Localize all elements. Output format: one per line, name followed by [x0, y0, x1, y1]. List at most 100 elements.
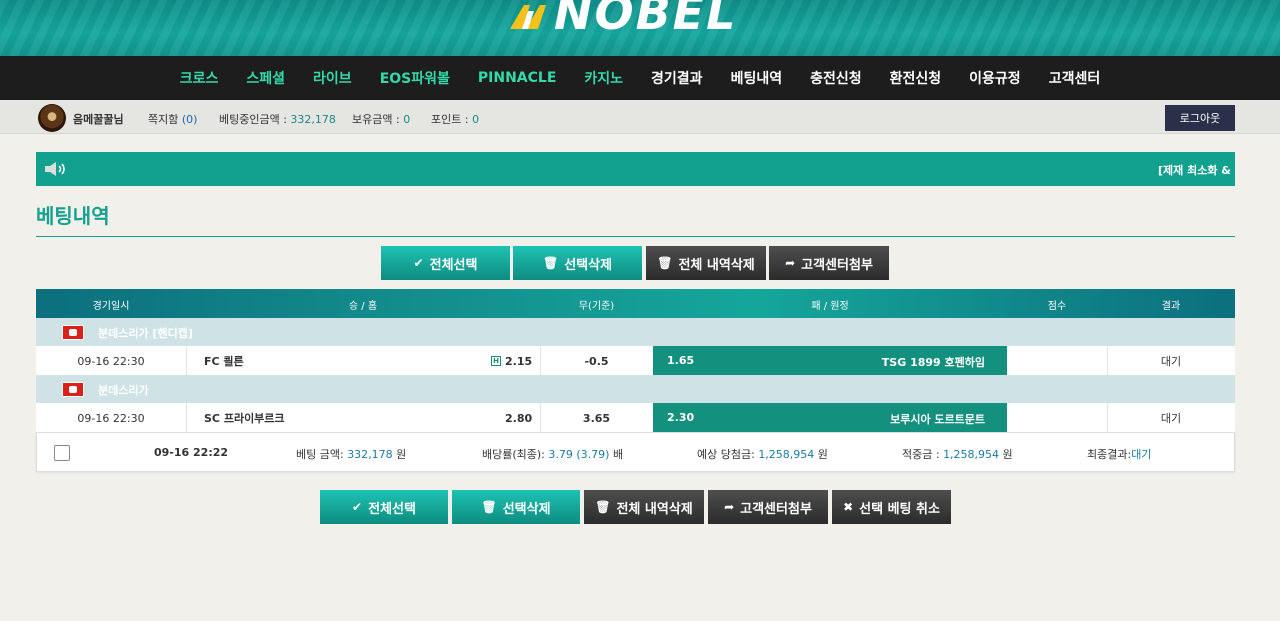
delete-selected-label: 선택삭제 — [564, 257, 613, 273]
user-bar: 음메꿀꿀님 쪽지함 (0) 베팅중인금액 : 332,178 보유금액 : 0 … — [0, 100, 1280, 134]
select-all-button[interactable]: ✔ 전체선택 — [381, 246, 510, 280]
table-row: 09-16 22:30 FC 쾰른 H 2.15 -0.5 1.65 TSG 1… — [36, 346, 1235, 376]
attach-to-cs-button[interactable]: ➦ 고객센터첨부 — [708, 490, 828, 524]
avatar — [38, 104, 66, 132]
notice-bar: [제재 최소화 & — [36, 152, 1235, 186]
draw-odds[interactable]: 3.65 — [540, 403, 653, 433]
trash-icon: 🗑 — [542, 256, 559, 270]
check-icon: ✔ — [413, 256, 424, 270]
points: 포인트 : 0 — [431, 111, 479, 127]
header-away: 패 / 원정 — [811, 301, 849, 312]
away-odds: 1.65 — [667, 354, 695, 367]
league-name: 분데스리가 — [98, 384, 149, 397]
nav-item[interactable]: 경기결과 — [637, 68, 717, 88]
away-team: TSG 1899 호펜하임 — [881, 356, 985, 369]
trash-icon: 🗑 — [595, 500, 611, 514]
header-score: 점수 — [1047, 301, 1067, 312]
bet-amount-value: 332,178 — [347, 448, 393, 461]
points-value: 0 — [472, 113, 480, 126]
draw-odds[interactable]: -0.5 — [540, 346, 653, 376]
bet-select-checkbox[interactable] — [54, 445, 70, 461]
away-odds: 2.30 — [667, 411, 695, 424]
handicap-h-icon: H — [491, 356, 501, 366]
league-header: 분데스리가 — [36, 375, 1235, 403]
nav-item[interactable]: 라이브 — [299, 68, 366, 88]
league-header: 분데스리가 [핸디캡] — [36, 318, 1235, 346]
cancel-selected-bet-button[interactable]: ✖ 선택 베팅 취소 — [832, 490, 951, 524]
trash-icon: 🗑 — [657, 256, 673, 270]
nav-item[interactable]: 충전신청 — [796, 68, 876, 88]
site-logo[interactable]: NOBEL — [508, 0, 737, 38]
header-banner: NOBEL — [0, 0, 1280, 56]
home-team: SC 프라이부르크 — [204, 412, 285, 425]
bet-odds: 배당률(최종): 3.79 (3.79) 배 — [482, 446, 623, 462]
header-date: 경기일시 — [92, 301, 130, 312]
hit-amount: 적중금 : 1,258,954 원 — [902, 446, 1013, 462]
select-all-button[interactable]: ✔ 전체선택 — [320, 490, 448, 524]
odds-label: 배당률(최종): — [482, 448, 549, 461]
nav-item[interactable]: 크로스 — [166, 68, 233, 88]
delete-selected-button[interactable]: 🗑 선택삭제 — [452, 490, 580, 524]
share-arrow-icon: ➦ — [785, 256, 796, 270]
trash-icon: 🗑 — [481, 500, 497, 514]
bet-summary: 09-16 22:22 베팅 금액: 332,178 원 배당률(최종): 3.… — [36, 432, 1235, 472]
odds-unit: 배 — [609, 448, 624, 461]
hit-value: 1,258,954 — [943, 448, 1000, 461]
hit-unit: 원 — [999, 448, 1013, 461]
logo-text: NOBEL — [554, 0, 738, 40]
bet-amount: 베팅 금액: 332,178 원 — [296, 446, 406, 462]
header-result: 결과 — [1161, 301, 1181, 312]
hit-label: 적중금 : — [902, 448, 944, 461]
main-nav: 크로스 스페셜 라이브 EOS파워볼 PINNACLE 카지노 경기결과 베팅내역 충전신청 환전… — [0, 56, 1280, 100]
bundesliga-flag-icon — [62, 325, 84, 340]
close-icon: ✖ — [843, 500, 854, 514]
nav-item[interactable]: 고객센터 — [1035, 68, 1115, 88]
attach-cs-label: 고객센터첨부 — [801, 257, 873, 273]
logout-button[interactable]: 로그아웃 — [1165, 105, 1235, 131]
notes-label: 쪽지함 — [148, 113, 182, 126]
check-icon: ✔ — [352, 500, 363, 514]
bet-amount-label: 베팅 금액: — [296, 448, 348, 461]
nav-item[interactable]: 이용규정 — [955, 68, 1035, 88]
notes-link[interactable]: 쪽지함 (0) — [148, 111, 197, 127]
balance: 보유금액 : 0 — [352, 111, 410, 127]
away-team: 보루시아 도르트문트 — [890, 413, 985, 426]
away-selection[interactable]: 2.30 보루시아 도르트문트 — [653, 403, 1007, 433]
nav-item[interactable]: PINNACLE — [464, 70, 571, 86]
away-selection[interactable]: 1.65 TSG 1899 호펜하임 — [653, 346, 1007, 376]
betting-label: 베팅중인금액 : — [219, 113, 291, 126]
attach-to-cs-button[interactable]: ➦ 고객센터첨부 — [769, 246, 889, 280]
page-title: 베팅내역 — [36, 204, 110, 228]
share-arrow-icon: ➦ — [724, 500, 735, 514]
home-odds[interactable]: 2.80 — [505, 403, 532, 433]
game-score — [1007, 403, 1107, 433]
final-result: 최종결과:대기 — [1087, 446, 1151, 462]
odds-value: 3.79 (3.79) — [548, 448, 610, 461]
select-all-label: 전체선택 — [429, 257, 478, 273]
betting-amount: 베팅중인금액 : 332,178 — [219, 111, 336, 127]
delete-all-history-button[interactable]: 🗑 전체 내역삭제 — [646, 246, 766, 280]
nav-item[interactable]: 카지노 — [570, 68, 637, 88]
game-date: 09-16 22:30 — [77, 411, 145, 425]
speaker-icon — [45, 162, 65, 176]
bet-time: 09-16 22:22 — [154, 446, 229, 459]
delete-all-label: 전체 내역삭제 — [678, 257, 755, 273]
home-team: FC 쾰른 — [204, 355, 244, 368]
nav-item[interactable]: 베팅내역 — [717, 68, 797, 88]
logo-mark-icon — [510, 5, 546, 29]
home-odds[interactable]: 2.15 — [505, 346, 532, 376]
nav-item[interactable]: 환전신청 — [876, 68, 956, 88]
select-all-label: 전체선택 — [368, 501, 416, 517]
header-home: 승 / 홈 — [348, 301, 378, 312]
cancel-bet-label: 선택 베팅 취소 — [859, 501, 940, 517]
game-result: 대기 — [1160, 355, 1182, 368]
nav-item[interactable]: 스페셜 — [232, 68, 299, 88]
final-label: 최종결과: — [1087, 448, 1132, 461]
nav-item[interactable]: EOS파워볼 — [366, 68, 464, 88]
balance-value: 0 — [403, 113, 411, 126]
delete-all-history-button[interactable]: 🗑 전체 내역삭제 — [584, 490, 704, 524]
delete-selected-button[interactable]: 🗑 선택삭제 — [513, 246, 642, 280]
notice-text: [제재 최소화 & — [1158, 164, 1231, 177]
game-result: 대기 — [1160, 412, 1182, 425]
expected-payout: 예상 당첨금: 1,258,954 원 — [697, 446, 828, 462]
